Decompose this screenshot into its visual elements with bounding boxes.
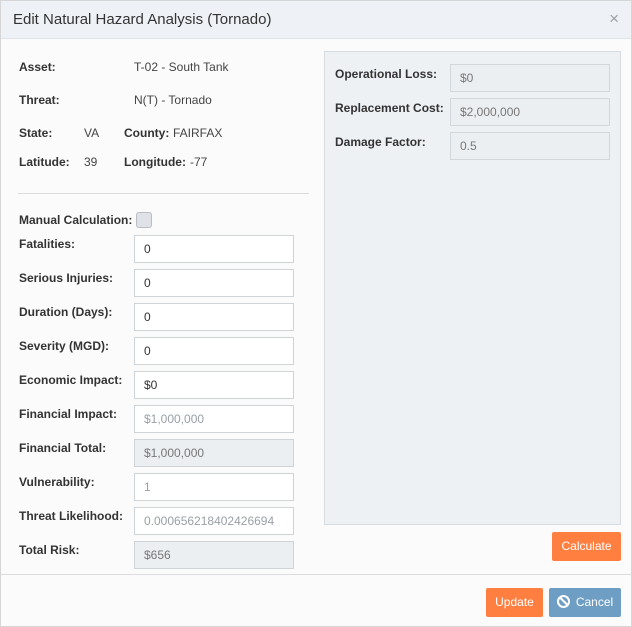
county-label: County: xyxy=(124,126,170,140)
operational-loss-field: $0 xyxy=(450,64,610,92)
modal-title: Edit Natural Hazard Analysis (Tornado) xyxy=(13,11,272,28)
cancel-button[interactable]: Cancel xyxy=(549,588,621,617)
economic-impact-label: Economic Impact: xyxy=(19,373,123,387)
serious-injuries-label: Serious Injuries: xyxy=(19,271,114,285)
state-value: VA xyxy=(84,126,100,140)
close-icon[interactable]: × xyxy=(609,10,619,28)
update-button[interactable]: Update xyxy=(486,588,543,617)
longitude-label: Longitude: xyxy=(124,155,186,169)
total-risk-field: $656 xyxy=(134,541,294,569)
replacement-cost-field: $2,000,000 xyxy=(450,98,610,126)
financial-impact-input[interactable]: $1,000,000 xyxy=(134,405,294,433)
latitude-value: 39 xyxy=(84,155,98,169)
threat-label: Threat: xyxy=(19,93,60,107)
modal-header: Edit Natural Hazard Analysis (Tornado) × xyxy=(1,1,631,39)
manual-calculation-checkbox[interactable] xyxy=(136,212,152,228)
vulnerability-label: Vulnerability: xyxy=(19,475,95,489)
asset-value: T-02 - South Tank xyxy=(134,60,229,74)
financial-total-field: $1,000,000 xyxy=(134,439,294,467)
footer-divider xyxy=(1,574,631,575)
severity-label: Severity (MGD): xyxy=(19,339,110,353)
financial-impact-label: Financial Impact: xyxy=(19,407,118,421)
fatalities-input[interactable]: 0 xyxy=(134,235,294,263)
damage-factor-field: 0.5 xyxy=(450,132,610,160)
cancel-label: Cancel xyxy=(575,595,614,609)
damage-factor-label: Damage Factor: xyxy=(335,135,426,149)
latitude-label: Latitude: xyxy=(19,155,70,169)
manual-calculation-label: Manual Calculation: xyxy=(19,213,133,227)
threat-likelihood-label: Threat Likelihood: xyxy=(19,509,124,523)
operational-loss-label: Operational Loss: xyxy=(335,67,438,81)
state-label: State: xyxy=(19,126,53,140)
replacement-cost-label: Replacement Cost: xyxy=(335,101,444,115)
severity-input[interactable]: 0 xyxy=(134,337,294,365)
county-value: FAIRFAX xyxy=(173,126,223,140)
section-divider xyxy=(18,193,309,194)
cost-panel: Operational Loss: $0 Replacement Cost: $… xyxy=(324,51,621,525)
duration-input[interactable]: 0 xyxy=(134,303,294,331)
serious-injuries-input[interactable]: 0 xyxy=(134,269,294,297)
calculate-button[interactable]: Calculate xyxy=(552,532,621,561)
duration-label: Duration (Days): xyxy=(19,305,113,319)
ban-icon xyxy=(556,595,570,608)
fatalities-label: Fatalities: xyxy=(19,237,76,251)
edit-hazard-modal: Edit Natural Hazard Analysis (Tornado) ×… xyxy=(0,0,632,627)
threat-value: N(T) - Tornado xyxy=(134,93,212,107)
financial-total-label: Financial Total: xyxy=(19,441,107,455)
vulnerability-input[interactable]: 1 xyxy=(134,473,294,501)
economic-impact-input[interactable]: $0 xyxy=(134,371,294,399)
longitude-value: -77 xyxy=(190,155,208,169)
asset-label: Asset: xyxy=(19,60,56,74)
total-risk-label: Total Risk: xyxy=(19,543,80,557)
threat-likelihood-input[interactable]: 0.000656218402426694 xyxy=(134,507,294,535)
